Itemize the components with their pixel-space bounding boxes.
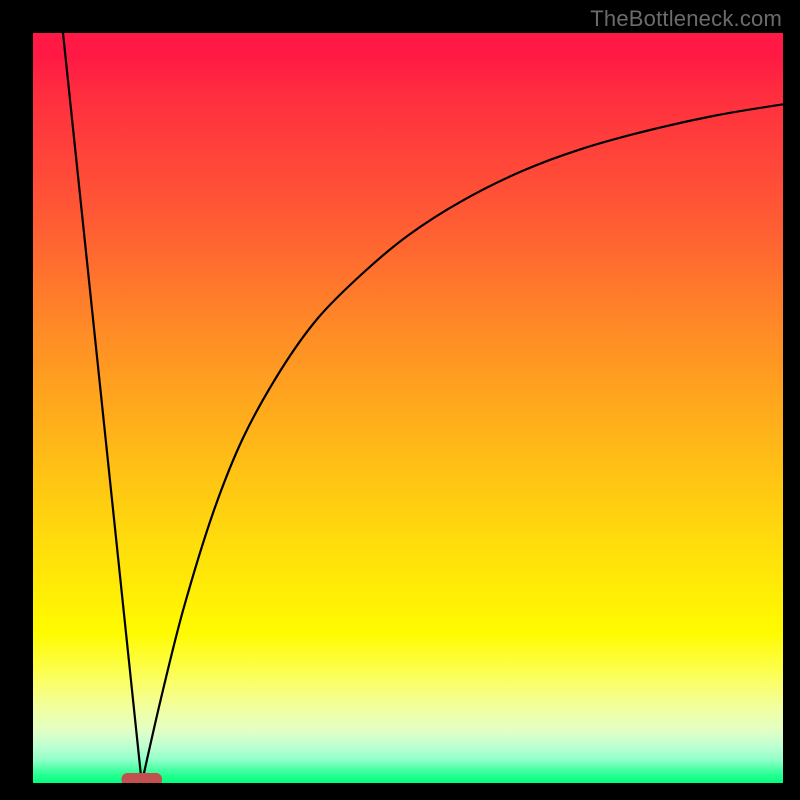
left-branch-line [63,33,142,783]
min-marker [122,773,163,783]
plot-area [33,33,783,783]
right-branch-curve [142,104,783,783]
curve-layer [33,33,783,783]
watermark-text: TheBottleneck.com [590,6,782,32]
chart-frame: TheBottleneck.com [0,0,800,800]
